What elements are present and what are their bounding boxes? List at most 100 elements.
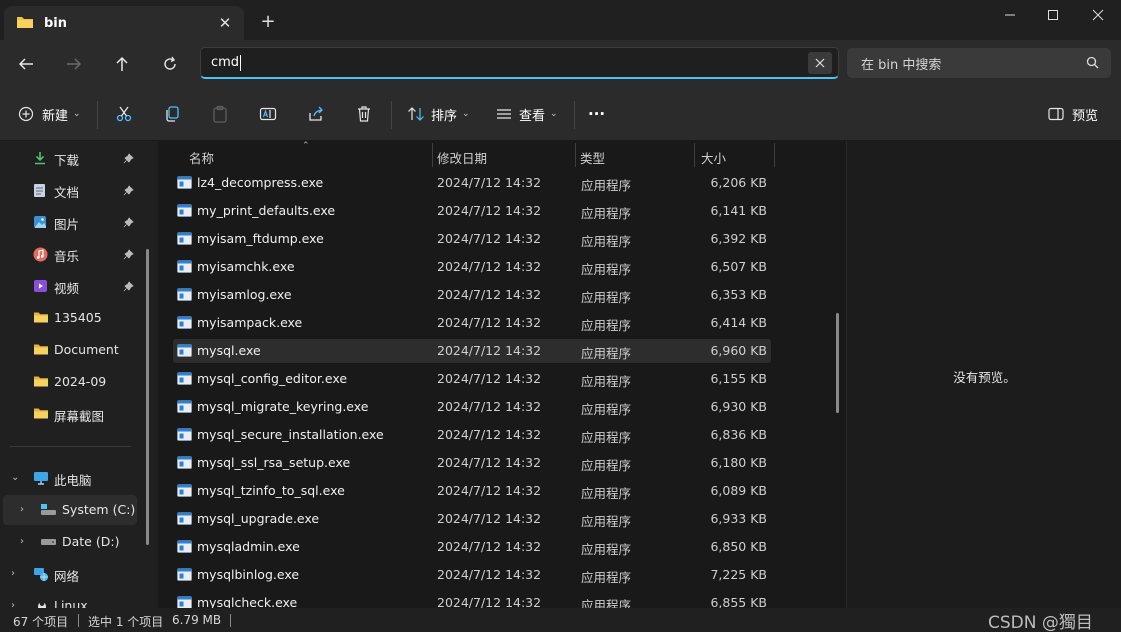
forward-button[interactable] [59, 50, 89, 78]
chevron-right-icon[interactable]: › [11, 600, 15, 608]
close-window-button[interactable] [1075, 0, 1121, 30]
table-row[interactable]: mysql_ssl_rsa_setup.exe 2024/7/12 14:32 应用… [173, 451, 771, 475]
file-name: mysql.exe [197, 343, 261, 358]
chevron-right-icon[interactable]: › [11, 568, 15, 579]
sidebar-item-label: 网络 [54, 569, 80, 584]
exe-file-icon [177, 512, 192, 528]
sidebar-item-this-pc[interactable]: ⌄ 此电脑 [0, 463, 150, 493]
view-button[interactable]: 查看 ⌄ [495, 100, 558, 128]
sort-button[interactable]: 排序 ⌄ [407, 100, 470, 128]
tab-close-icon[interactable]: ✕ [216, 14, 234, 32]
sidebar-item-network[interactable]: › 网络 [0, 559, 150, 589]
table-row[interactable]: myisamlog.exe 2024/7/12 14:32 应用程序 6,353 KB [173, 283, 771, 307]
paste-button[interactable] [211, 100, 229, 128]
file-date: 2024/7/12 14:32 [437, 595, 542, 608]
file-name: mysql_migrate_keyring.exe [197, 399, 369, 414]
sidebar-item-pictures[interactable]: 图片 [0, 207, 150, 237]
minimize-button[interactable] [987, 0, 1033, 30]
refresh-button[interactable] [155, 50, 185, 78]
file-date: 2024/7/12 14:32 [437, 427, 542, 442]
sidebar-item-document[interactable]: Document [0, 335, 150, 365]
table-row[interactable]: mysqlcheck.exe 2024/7/12 14:32 应用程序 6,855 K… [173, 591, 771, 608]
title-bar: bin ✕ + [0, 0, 1121, 40]
sort-label: 排序 [431, 108, 458, 124]
sidebar-item-downloads[interactable]: 下载 [0, 143, 150, 173]
new-tab-button[interactable]: + [258, 12, 278, 32]
file-date: 2024/7/12 14:32 [437, 175, 542, 190]
toolbar-divider [97, 101, 98, 129]
chevron-right-icon[interactable]: › [20, 536, 24, 547]
table-row[interactable]: mysql_config_editor.exe 2024/7/12 14:32 应用… [173, 367, 771, 391]
share-button[interactable] [307, 100, 325, 128]
sidebar-scrollbar[interactable] [146, 249, 149, 545]
sidebar-item-135405[interactable]: 135405 [0, 303, 150, 333]
column-header-type[interactable]: 类型 [580, 148, 605, 167]
table-row[interactable]: mysql_migrate_keyring.exe 2024/7/12 14:32… [173, 395, 771, 419]
sidebar-item-music[interactable]: 音乐 [0, 239, 150, 269]
file-type: 应用程序 [581, 542, 632, 557]
folder-icon [33, 375, 49, 391]
more-options-button[interactable]: ··· [588, 100, 605, 128]
table-row[interactable]: mysql_tzinfo_to_sql.exe 2024/7/12 14:32 应用… [173, 479, 771, 503]
sidebar-item-videos[interactable]: 视频 [0, 271, 150, 301]
address-value: cmd [211, 55, 240, 70]
file-date: 2024/7/12 14:32 [437, 483, 542, 498]
pin-icon [123, 152, 134, 167]
file-size: 6,933 KB [710, 511, 767, 526]
file-name: myisamlog.exe [197, 287, 292, 302]
new-button[interactable]: 新建 ⌄ [18, 100, 81, 128]
sidebar-item-screenshots[interactable]: 屏幕截图 [0, 399, 150, 429]
file-type: 应用程序 [581, 178, 632, 193]
file-size: 6,507 KB [710, 259, 767, 274]
table-row[interactable]: myisampack.exe 2024/7/12 14:32 应用程序 6,414 K… [173, 311, 771, 335]
sidebar-item-label: Linux [54, 598, 88, 608]
delete-button[interactable] [355, 100, 373, 128]
search-input[interactable]: 在 bin 中搜索 [847, 48, 1111, 78]
file-list-scrollbar[interactable] [836, 313, 839, 413]
rename-button[interactable] [259, 100, 277, 128]
file-name: mysql_ssl_rsa_setup.exe [197, 455, 351, 470]
address-input[interactable]: cmd [200, 47, 839, 79]
maximize-button[interactable] [1030, 0, 1076, 30]
column-resize-handle[interactable] [432, 143, 433, 167]
column-header-size[interactable]: 大小 [701, 148, 726, 167]
table-row[interactable]: mysqladmin.exe 2024/7/12 14:32 应用程序 6,850 K… [173, 535, 771, 559]
up-button[interactable] [107, 50, 137, 78]
exe-file-icon [177, 344, 192, 360]
table-row[interactable]: lz4_decompress.exe 2024/7/12 14:32 应用程序 6,2… [173, 171, 771, 195]
sidebar-item-date-d[interactable]: › Date (D:) [0, 527, 150, 557]
sidebar-item-system-c[interactable]: › System (C:) [3, 495, 137, 525]
view-label: 查看 [519, 108, 546, 124]
chevron-right-icon[interactable]: › [20, 504, 24, 515]
column-resize-handle[interactable] [575, 143, 576, 167]
chevron-down-icon[interactable]: ⌄ [11, 472, 19, 483]
clear-address-button[interactable] [808, 52, 832, 74]
file-date: 2024/7/12 14:32 [437, 539, 542, 554]
sidebar-item-linux[interactable]: › Linux [0, 591, 150, 608]
table-row[interactable]: mysql.exe 2024/7/12 14:32 应用程序 6,960 KB [173, 339, 771, 363]
column-resize-handle[interactable] [774, 143, 775, 167]
table-row[interactable]: mysql_upgrade.exe 2024/7/12 14:32 应用程序 6,93… [173, 507, 771, 531]
file-size: 7,225 KB [710, 567, 767, 582]
file-type: 应用程序 [581, 206, 632, 221]
table-row[interactable]: mysql_secure_installation.exe 2024/7/12 1… [173, 423, 771, 447]
table-row[interactable]: myisamchk.exe 2024/7/12 14:32 应用程序 6,507 KB [173, 255, 771, 279]
file-date: 2024/7/12 14:32 [437, 511, 542, 526]
file-type: 应用程序 [581, 430, 632, 445]
tab-bin[interactable]: bin ✕ [4, 6, 244, 40]
column-header-name[interactable]: 名称 [189, 148, 214, 167]
table-row[interactable]: mysqlbinlog.exe 2024/7/12 14:32 应用程序 7,225 … [173, 563, 771, 587]
column-resize-handle[interactable] [694, 143, 695, 167]
file-type: 应用程序 [581, 290, 632, 305]
pin-icon [123, 248, 134, 263]
column-header-date[interactable]: 修改日期 [437, 148, 487, 167]
sidebar-item-label: 下载 [54, 153, 80, 168]
table-row[interactable]: my_print_defaults.exe 2024/7/12 14:32 应用程序… [173, 199, 771, 223]
cut-button[interactable] [115, 100, 133, 128]
sidebar-item-documents[interactable]: 文档 [0, 175, 150, 205]
preview-pane-button[interactable]: 预览 [1048, 100, 1098, 128]
table-row[interactable]: myisam_ftdump.exe 2024/7/12 14:32 应用程序 6,39… [173, 227, 771, 251]
copy-button[interactable] [163, 100, 181, 128]
sidebar-item-2024-09[interactable]: 2024-09 [0, 367, 150, 397]
back-button[interactable] [11, 50, 41, 78]
